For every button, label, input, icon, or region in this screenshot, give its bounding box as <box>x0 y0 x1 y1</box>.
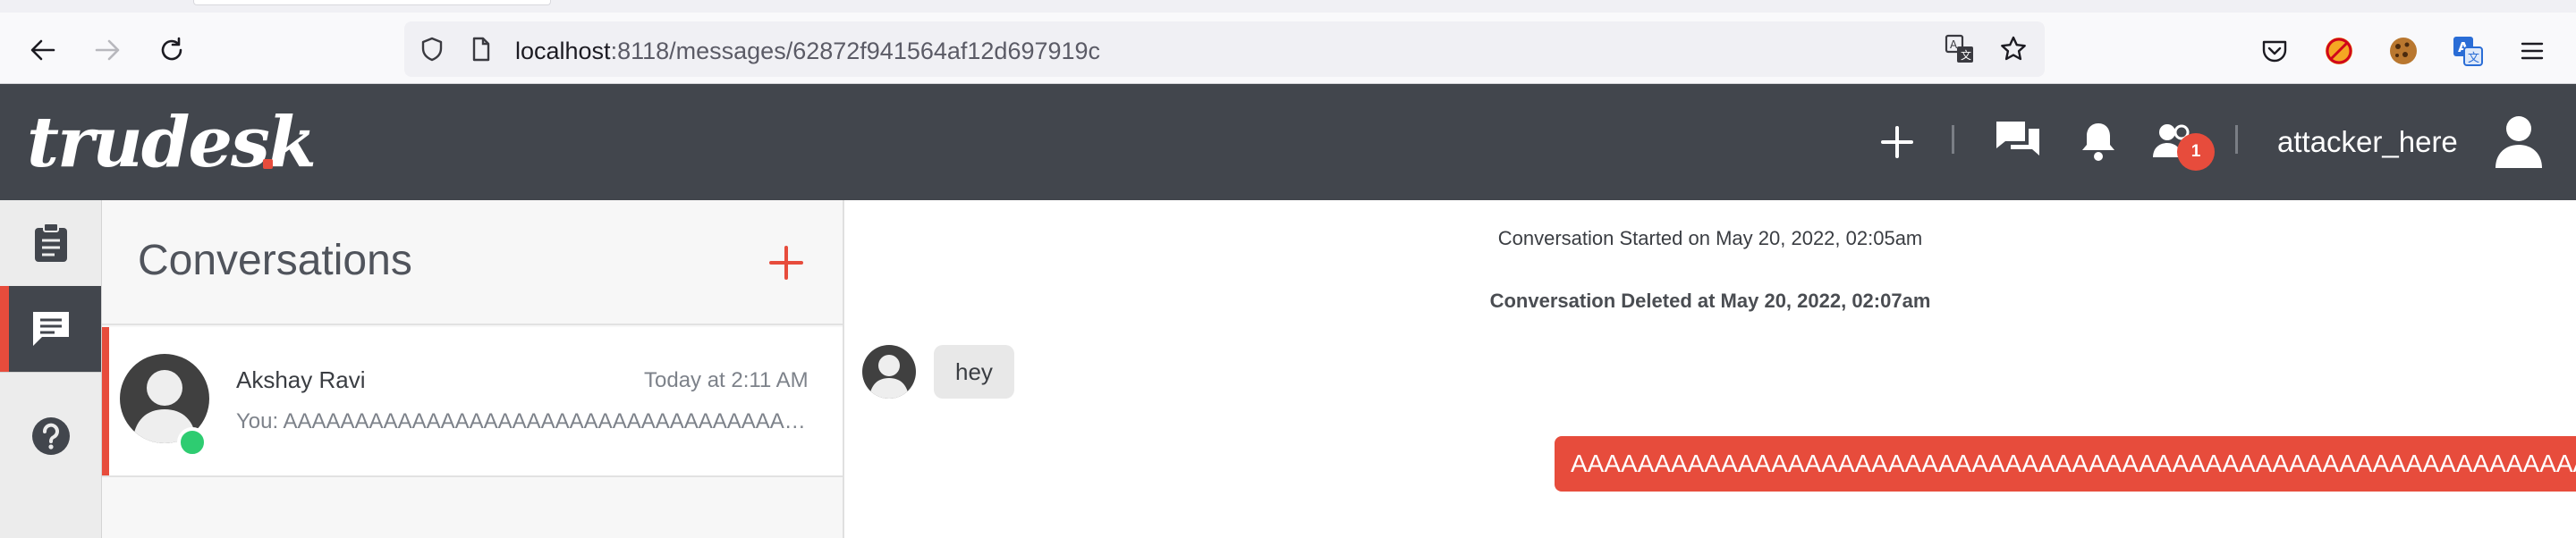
online-users-badge: 1 <box>2177 133 2215 171</box>
conversation-name: Akshay Ravi <box>236 366 366 393</box>
side-nav <box>0 200 102 538</box>
url-host: localhost <box>515 38 611 64</box>
plus-icon <box>769 246 803 280</box>
translator-extension-icon[interactable]: A文 <box>2449 32 2487 70</box>
bookmark-star-icon[interactable] <box>1998 34 2029 64</box>
notifications-button[interactable] <box>2077 118 2120 164</box>
incoming-message: hey <box>934 345 1014 399</box>
nav-help[interactable] <box>0 393 101 479</box>
conversations-header: Conversations <box>102 200 843 325</box>
user-avatar-icon <box>2496 116 2542 168</box>
translate-icon[interactable]: A文 <box>1945 34 1975 64</box>
conversation-item[interactable]: Akshay Ravi Today at 2:11 AM You: AAAAAA… <box>102 327 843 477</box>
forward-button[interactable] <box>89 32 125 68</box>
avatar <box>862 345 916 399</box>
blocked-extension-icon[interactable] <box>2320 32 2358 70</box>
bell-icon <box>2082 123 2114 161</box>
shield-icon[interactable] <box>417 34 447 64</box>
plus-icon <box>1881 126 1913 158</box>
message-thread: Conversation Started on May 20, 2022, 02… <box>844 200 2576 538</box>
conversations-title: Conversations <box>138 237 412 284</box>
menu-icon[interactable] <box>2513 32 2551 70</box>
outgoing-message: AAAAAAAAAAAAAAAAAAAAAAAAAAAAAAAAAAAAAAAA… <box>1555 436 2576 492</box>
url-path: :8118/messages/62872f941564af12d697919c <box>610 38 1101 64</box>
reload-icon <box>161 37 182 61</box>
conversation-preview: You: AAAAAAAAAAAAAAAAAAAAAAAAAAAAAAAAAAA… <box>236 409 818 433</box>
cookie-icon[interactable] <box>2385 32 2422 70</box>
logo-dot <box>263 159 273 169</box>
url-bar[interactable]: localhost:8118/messages/62872f941564af12… <box>404 21 2045 77</box>
browser-toolbar: localhost:8118/messages/62872f941564af12… <box>0 13 2576 84</box>
conversation-time: Today at 2:11 AM <box>644 368 809 392</box>
new-conversation-button[interactable] <box>764 240 809 285</box>
arrow-left-icon <box>30 39 55 61</box>
browser-tab[interactable] <box>193 0 551 5</box>
url-text: localhost:8118/messages/62872f941564af12… <box>515 38 1100 65</box>
svg-text:文: 文 <box>2468 52 2479 65</box>
pocket-icon[interactable] <box>2256 32 2293 70</box>
svg-text:文: 文 <box>1961 48 1971 62</box>
trudesk-logo[interactable]: trudesk <box>27 102 317 183</box>
clipboard-icon <box>34 223 67 262</box>
svg-text:A: A <box>1950 38 1958 51</box>
conversations-panel: Conversations Akshay Ravi Today at 2:11 … <box>102 200 844 538</box>
reload-button[interactable] <box>154 32 190 68</box>
conversation-deleted-notice: Conversation Deleted at May 20, 2022, 02… <box>1489 290 1931 312</box>
conversations-button[interactable] <box>1993 118 2043 164</box>
profile-button[interactable] <box>2492 114 2546 168</box>
header-separator <box>2235 125 2238 154</box>
online-status-dot <box>177 427 208 458</box>
message-icon <box>32 312 69 346</box>
page-icon[interactable] <box>465 34 496 64</box>
header-separator <box>1952 125 1954 154</box>
nav-messages[interactable] <box>0 286 101 372</box>
nav-divider <box>0 372 101 373</box>
user-avatar-icon <box>869 355 909 399</box>
conversation-started-notice: Conversation Started on May 20, 2022, 02… <box>1497 227 1923 249</box>
add-ticket-button[interactable] <box>1877 122 1918 163</box>
username[interactable]: attacker_here <box>2277 125 2458 159</box>
arrow-right-icon <box>95 39 120 61</box>
back-button[interactable] <box>25 32 61 68</box>
nav-tickets[interactable] <box>0 200 101 286</box>
chat-bubbles-icon <box>1996 122 2039 156</box>
help-icon <box>31 417 70 455</box>
browser-tab-strip <box>0 0 2576 13</box>
